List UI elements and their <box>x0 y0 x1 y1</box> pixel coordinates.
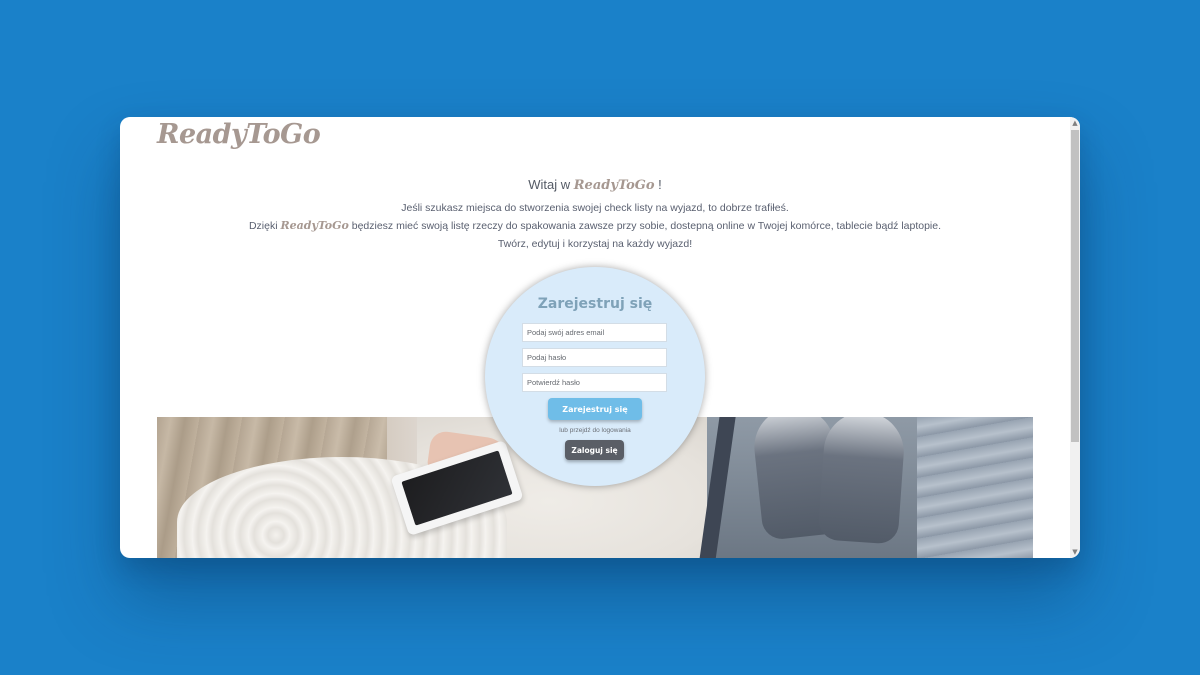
scroll-down-arrow-icon[interactable]: ▼ <box>1071 548 1079 556</box>
register-button[interactable]: Zarejestruj się <box>548 398 642 420</box>
vertical-scrollbar[interactable]: ▲ ▼ <box>1070 117 1080 558</box>
email-field[interactable] <box>522 323 667 342</box>
browser-window: ReadyToGo Witaj w ReadyToGo ! Jeśli szuk… <box>120 117 1080 558</box>
confirm-password-field[interactable] <box>522 373 667 392</box>
welcome-prefix: Witaj w <box>528 177 571 192</box>
intro-line-2-brand: ReadyToGo <box>280 219 349 232</box>
scroll-up-arrow-icon[interactable]: ▲ <box>1071 119 1079 127</box>
intro-line-2: Dzięki ReadyToGo będziesz mieć swoją lis… <box>120 219 1070 232</box>
hero-shoe-right <box>817 417 907 545</box>
welcome-heading: Witaj w ReadyToGo ! <box>120 177 1070 193</box>
welcome-brand: ReadyToGo <box>573 178 655 193</box>
welcome-suffix: ! <box>654 177 662 192</box>
scrollbar-thumb[interactable] <box>1071 130 1079 442</box>
brand-logo[interactable]: ReadyToGo <box>157 119 321 150</box>
intro-line-3: Twórz, edytuj i korzystaj na każdy wyjaz… <box>497 238 693 250</box>
intro-line-1: Jeśli szukasz miejsca do stworzenia swoj… <box>401 202 789 214</box>
register-panel: Zarejestruj się Zarejestruj się lub prze… <box>485 267 705 486</box>
password-field[interactable] <box>522 348 667 367</box>
hero-jeans <box>917 417 1033 558</box>
register-title: Zarejestruj się <box>537 296 653 312</box>
login-button[interactable]: Zaloguj się <box>565 440 624 460</box>
intro-line-2-suffix: będziesz mieć swoją listę rzeczy do spak… <box>348 220 942 232</box>
intro-line-2-prefix: Dzięki <box>248 220 278 232</box>
or-login-text: lub przejdź do logowania <box>559 427 631 434</box>
